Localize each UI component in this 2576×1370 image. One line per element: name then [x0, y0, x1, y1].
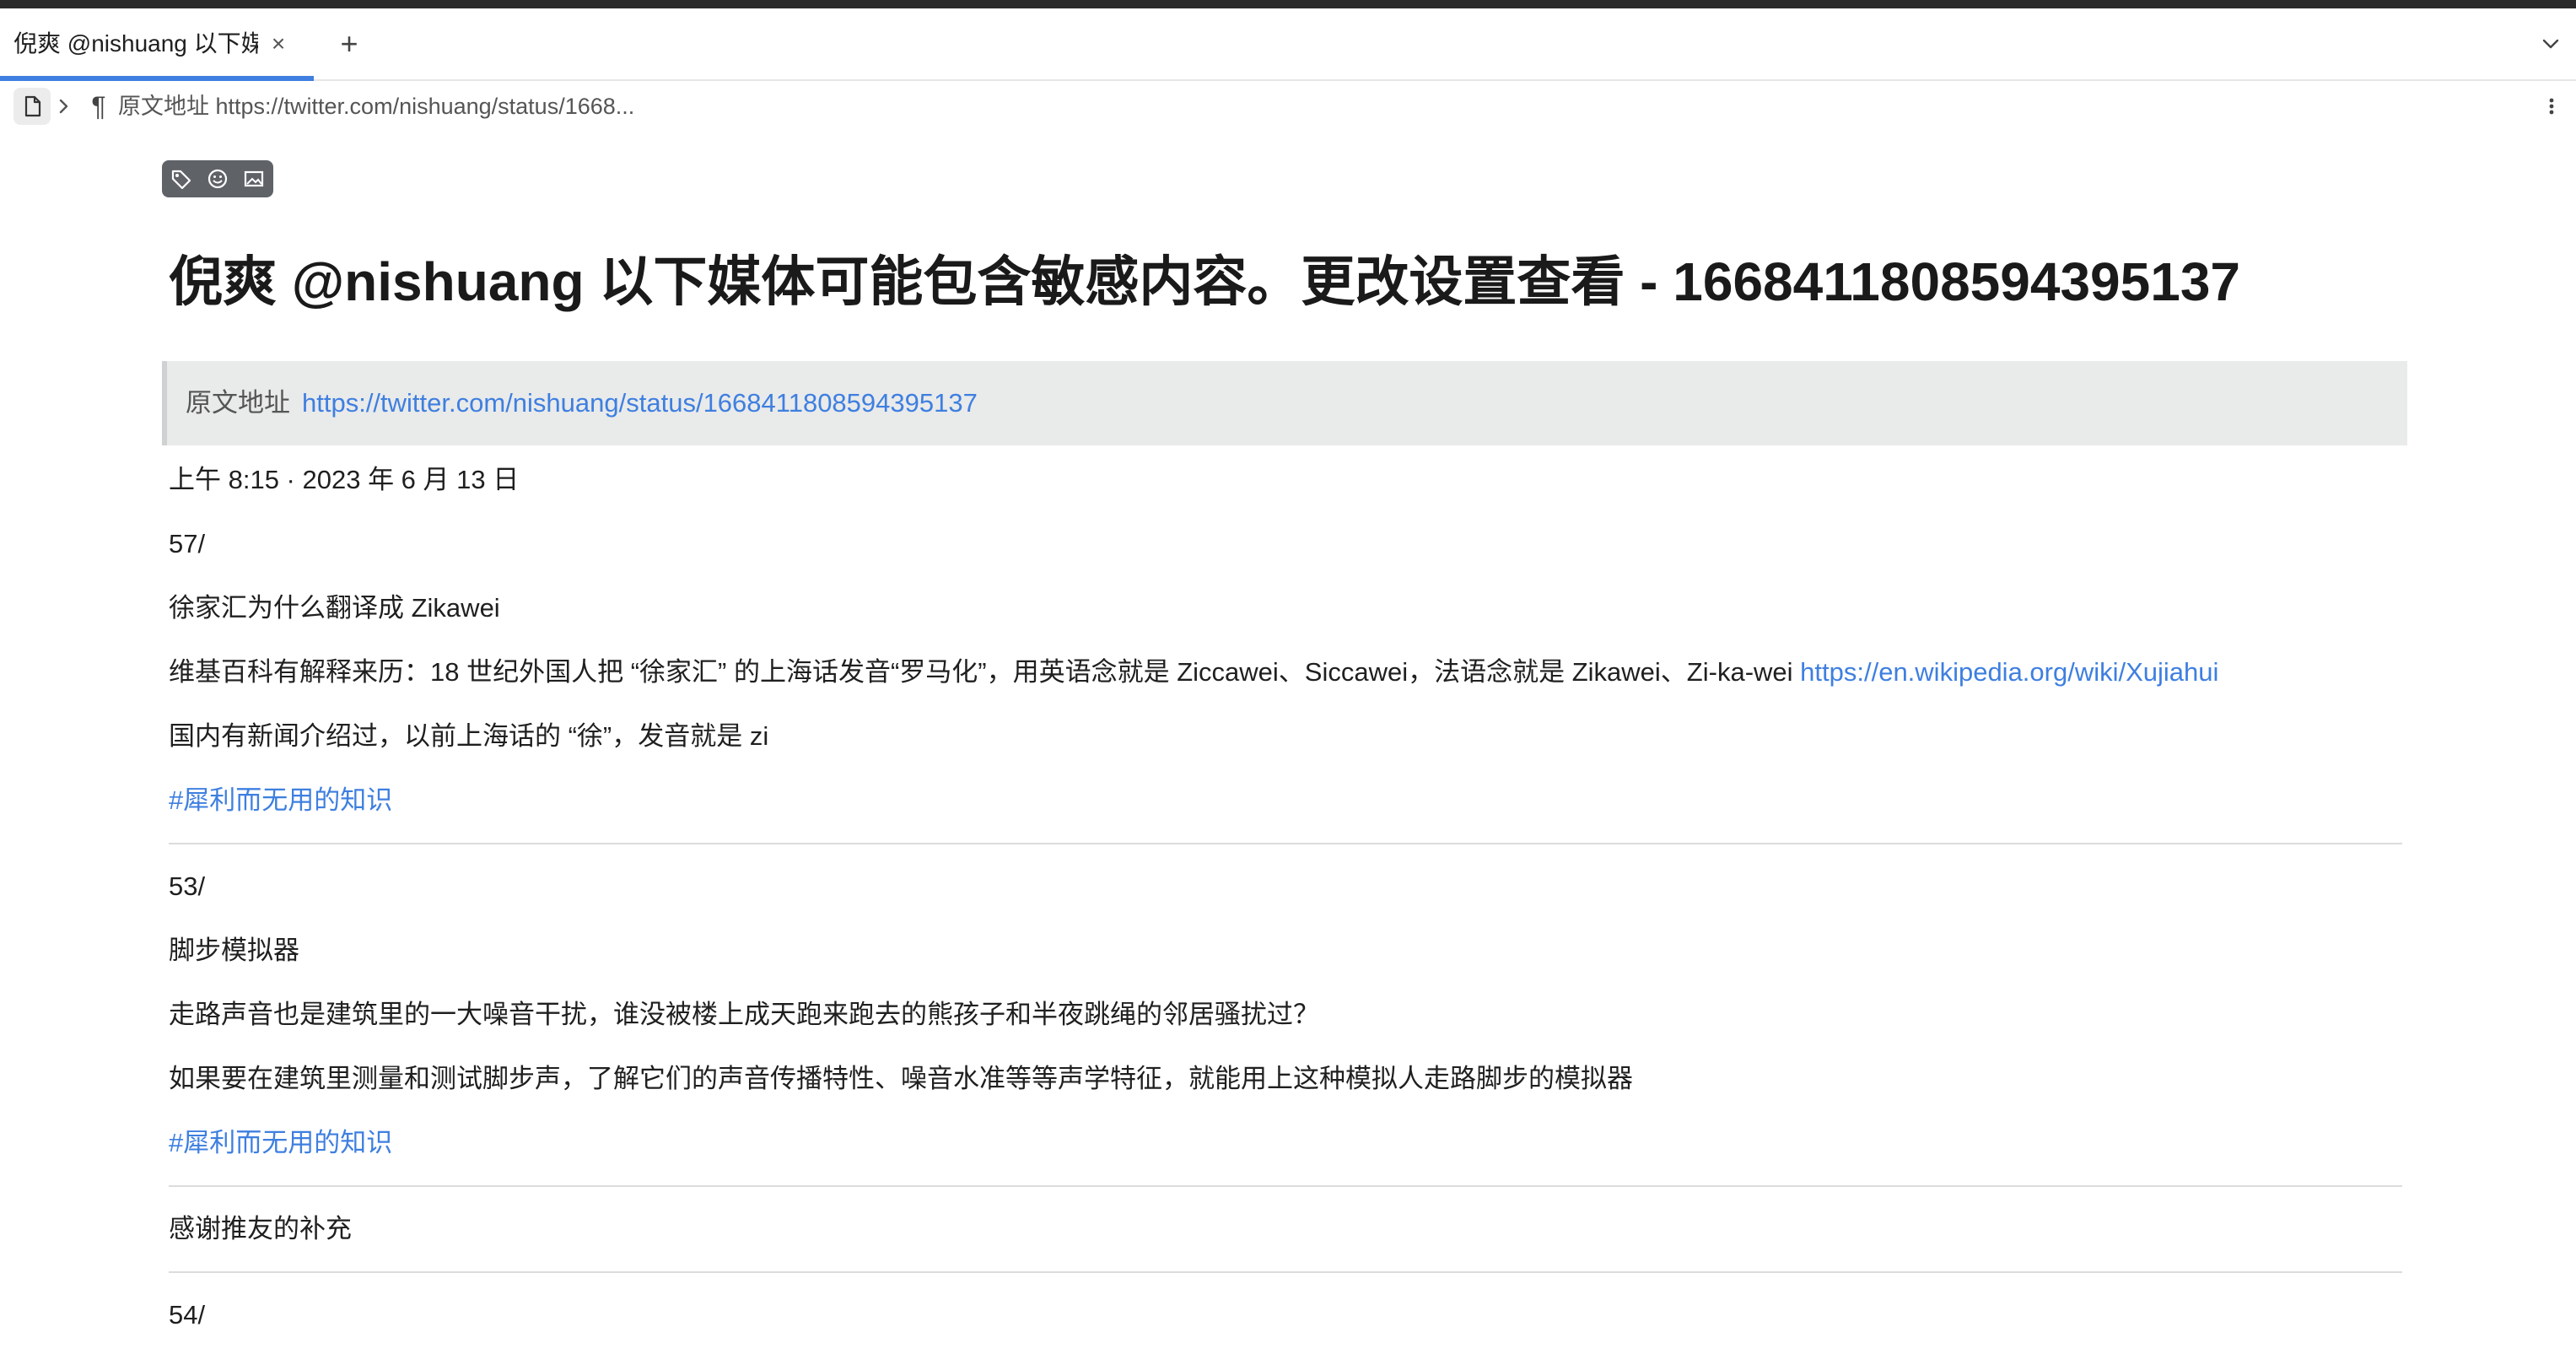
tab-strip: 倪爽 @nishuang 以下媒 × + [0, 8, 2576, 81]
section-number: 53/ [169, 871, 206, 901]
hashtag-link[interactable]: #犀利而无用的知识 [169, 1125, 392, 1162]
thanks-text: 感谢推友的补充 [169, 1214, 352, 1243]
divider [169, 1271, 2402, 1273]
breadcrumb-text[interactable]: 原文地址 https://twitter.com/nishuang/status… [118, 88, 877, 125]
divider [169, 1185, 2402, 1187]
section-heading: 徐家汇为什么翻译成 Zikawei [169, 593, 500, 623]
window-top-border [0, 0, 2576, 8]
tab-title: 倪爽 @nishuang 以下媒 [13, 30, 258, 57]
paragraph: 如果要在建筑里测量和测试脚步声，了解它们的声音传播特性、噪音水准等等声学特征，就… [169, 1064, 1633, 1093]
page-title: 倪爽 @nishuang 以下媒体可能包含敏感内容。更改设置查看 - 16684… [169, 251, 2241, 312]
section-heading: 脚步模拟器 [169, 936, 299, 965]
paragraph: 维基百科有解释来历：18 世纪外国人把 “徐家汇” 的上海话发音“罗马化”，用英… [169, 654, 2218, 691]
wikipedia-link[interactable]: https://en.wikipedia.org/wiki/Xujiahui [1800, 657, 2218, 687]
chevron-right-icon [54, 91, 74, 121]
paragraph-icon: ¶ [91, 91, 106, 121]
hashtag-link[interactable]: #犀利而无用的知识 [169, 782, 392, 819]
paragraph-text: 维基百科有解释来历：18 世纪外国人把 “徐家汇” 的上海话发音“罗马化”，用英… [169, 657, 1801, 687]
doc-toolbar [162, 160, 273, 197]
tab-close-icon[interactable]: × [265, 27, 292, 61]
chevron-down-icon[interactable] [2536, 29, 2566, 59]
section-number: 54/ [169, 1300, 206, 1330]
image-icon[interactable] [241, 167, 267, 191]
emoji-icon[interactable] [205, 167, 230, 191]
new-tab-button[interactable]: + [332, 27, 366, 61]
paragraph: 走路声音也是建筑里的一大噪音干扰，谁没被楼上成天跑来跑去的熊孩子和半夜跳绳的邻居… [169, 1000, 1319, 1029]
timestamp: 上午 8:15 · 2023 年 6 月 13 日 [169, 465, 520, 494]
divider [169, 843, 2402, 844]
source-quote: 原文地址 https://twitter.com/nishuang/status… [162, 361, 2407, 445]
more-options-icon[interactable] [2539, 89, 2564, 123]
document-icon[interactable] [13, 88, 51, 125]
source-link[interactable]: https://twitter.com/nishuang/status/1668… [302, 385, 978, 422]
source-label: 原文地址 [186, 388, 290, 418]
section-number: 57/ [169, 529, 206, 558]
paragraph: 国内有新闻介绍过，以前上海话的 “徐”，发音就是 zi [169, 721, 769, 751]
tag-icon[interactable] [169, 167, 194, 191]
tab-active[interactable]: 倪爽 @nishuang 以下媒 × [0, 8, 314, 81]
